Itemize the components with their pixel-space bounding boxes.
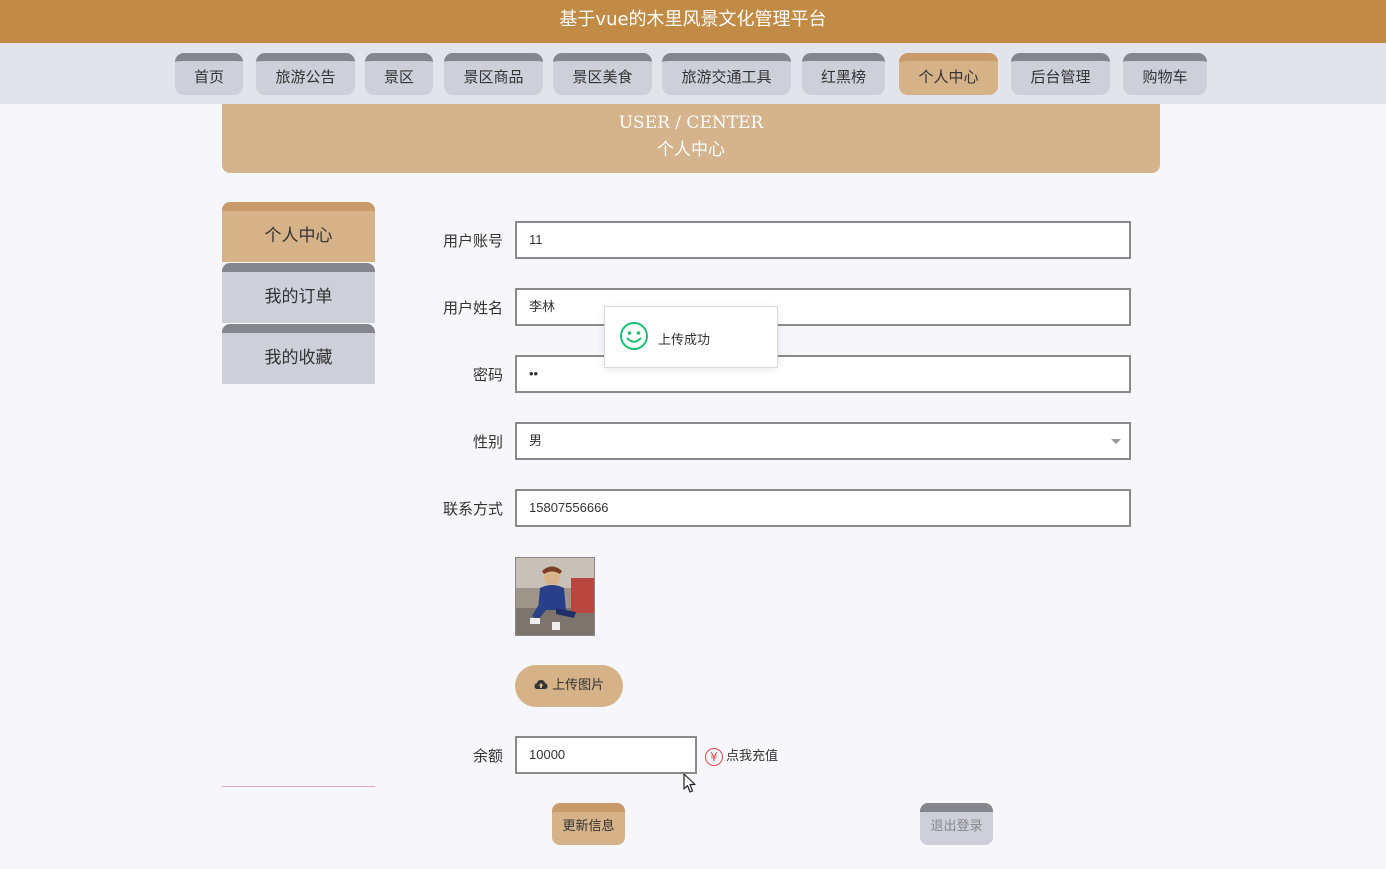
gender-select-value: 男	[529, 433, 543, 448]
nav-item-cart[interactable]: 购物车	[1123, 53, 1207, 95]
gender-label: 性别	[472, 433, 503, 451]
nav-item-admin[interactable]: 后台管理	[1011, 53, 1110, 95]
page-banner: USER / CENTER 个人中心	[222, 104, 1160, 173]
app-title-bar: 基于vue的木里风景文化管理平台	[0, 0, 1386, 43]
recharge-label: 点我充值	[726, 749, 779, 764]
sidebar-item-user-center[interactable]: 个人中心	[222, 202, 375, 262]
recharge-link[interactable]: ¥ 点我充值	[705, 745, 778, 766]
upload-image-button[interactable]: 上传图片	[515, 665, 623, 707]
main-nav: 首页 旅游公告 景区 景区商品 景区美食 旅游交通工具 红黑榜 个人中心 后台管…	[0, 43, 1386, 104]
account-input[interactable]: 11	[515, 221, 1131, 259]
upload-image-label: 上传图片	[552, 678, 605, 693]
sidebar-item-orders[interactable]: 我的订单	[222, 263, 375, 323]
update-info-button[interactable]: 更新信息	[552, 803, 625, 845]
banner-title-cn: 个人中心	[657, 140, 725, 160]
name-label: 用户姓名	[442, 299, 503, 317]
phone-label: 联系方式	[442, 500, 503, 518]
account-label: 用户账号	[442, 232, 503, 250]
balance-label: 余额	[472, 747, 503, 765]
avatar-image	[515, 557, 595, 636]
nav-item-ranking[interactable]: 红黑榜	[802, 53, 885, 95]
phone-input[interactable]: 15807556666	[515, 489, 1131, 527]
banner-title-en: USER / CENTER	[618, 113, 764, 133]
smile-icon	[619, 321, 649, 355]
nav-item-announcements[interactable]: 旅游公告	[256, 53, 355, 95]
sidebar-item-favorites[interactable]: 我的收藏	[222, 324, 375, 384]
password-label: 密码	[472, 366, 503, 384]
toast-message: 上传成功	[604, 306, 778, 368]
nav-item-food[interactable]: 景区美食	[553, 53, 652, 95]
nav-item-products[interactable]: 景区商品	[444, 53, 543, 95]
balance-input[interactable]: 10000	[515, 736, 697, 774]
logout-button[interactable]: 退出登录	[920, 803, 993, 845]
sidebar-divider	[222, 786, 375, 787]
mouse-cursor-icon	[683, 773, 697, 798]
cloud-upload-icon	[534, 678, 552, 693]
yen-icon: ¥	[705, 747, 723, 766]
gender-select[interactable]: 男	[515, 422, 1131, 460]
nav-item-scenic-spots[interactable]: 景区	[365, 53, 433, 95]
app-title: 基于vue的木里风景文化管理平台	[559, 9, 827, 30]
chevron-down-icon	[1111, 439, 1121, 444]
nav-item-home[interactable]: 首页	[175, 53, 243, 95]
nav-item-user-center[interactable]: 个人中心	[899, 53, 998, 95]
nav-item-transport[interactable]: 旅游交通工具	[662, 53, 791, 95]
toast-text: 上传成功	[658, 333, 711, 348]
